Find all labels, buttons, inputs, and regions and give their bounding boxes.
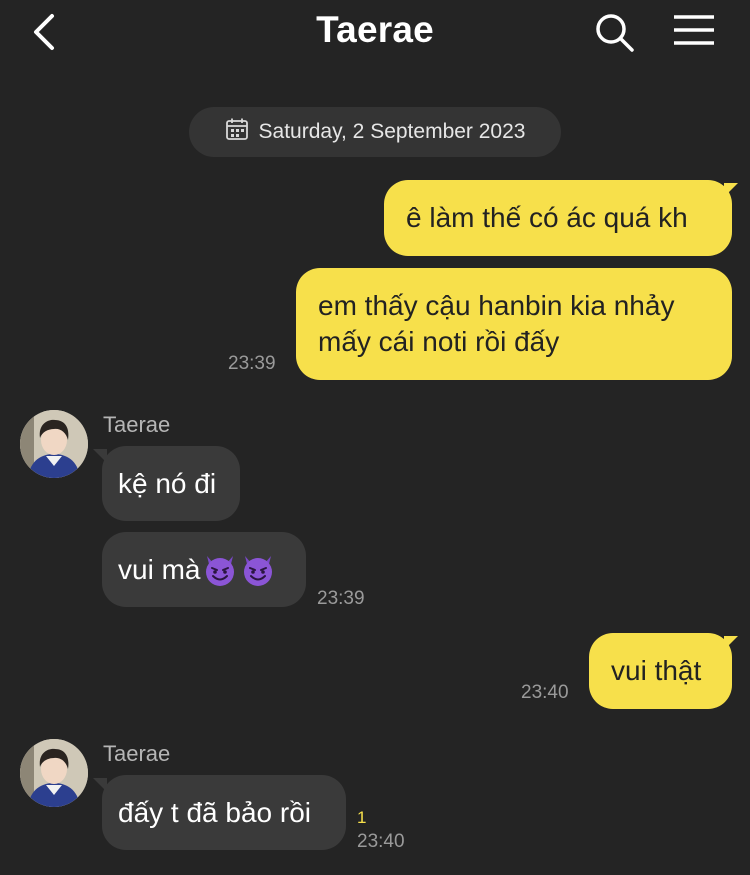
date-divider: Saturday, 2 September 2023	[189, 107, 561, 157]
outgoing-message-bubble[interactable]: em thấy cậu hanbin kia nhảy mấy cái noti…	[296, 268, 732, 380]
outgoing-message-bubble[interactable]: ê làm thế có ác quá kh	[384, 180, 732, 256]
chat-title: Taerae	[316, 9, 434, 50]
smiling-devil-emoji	[240, 552, 276, 588]
chat-screen: Taerae Saturday, 2 September 2023 ê làm …	[0, 0, 750, 875]
incoming-message-bubble[interactable]: kệ nó đi	[102, 446, 240, 521]
message-time: 23:39	[228, 353, 276, 374]
outgoing-message-bubble[interactable]: vui thật	[589, 633, 732, 709]
message-text: vui thật	[611, 655, 702, 686]
message-text-line: mấy cái noti rồi đấy	[318, 326, 560, 357]
sender-name: Taerae	[103, 741, 171, 766]
message-text: ê làm thế có ác quá kh	[406, 202, 688, 233]
message-text: kệ nó đi	[118, 467, 217, 499]
message-text: vui mà	[118, 553, 201, 585]
bubble-tail	[93, 778, 107, 792]
incoming-message-bubble[interactable]: đấy t đã bảo rồi	[102, 775, 346, 850]
message-time: 23:39	[317, 588, 365, 609]
date-text: Saturday, 2 September 2023	[258, 120, 526, 143]
bubble-tail	[724, 183, 738, 197]
message-text: đấy t đã bảo rồi	[118, 796, 312, 828]
bubble-tail	[93, 449, 107, 463]
hamburger-menu-icon	[670, 15, 718, 58]
sender-name: Taerae	[103, 412, 171, 437]
unread-count: 1	[357, 808, 367, 827]
sender-avatar[interactable]	[20, 739, 88, 807]
menu-button[interactable]	[670, 10, 718, 54]
bubble-tail	[724, 636, 738, 650]
incoming-message-bubble[interactable]: vui mà	[102, 532, 306, 607]
message-text-line: em thấy cậu hanbin kia nhảy	[318, 290, 675, 321]
chat-header: Taerae	[0, 0, 750, 64]
search-icon	[592, 14, 636, 58]
message-time: 23:40	[521, 682, 569, 703]
search-button[interactable]	[592, 10, 636, 54]
calendar-icon	[225, 117, 249, 147]
sender-avatar[interactable]	[20, 410, 88, 478]
smiling-devil-emoji	[202, 552, 238, 588]
message-time: 23:40	[357, 831, 405, 852]
